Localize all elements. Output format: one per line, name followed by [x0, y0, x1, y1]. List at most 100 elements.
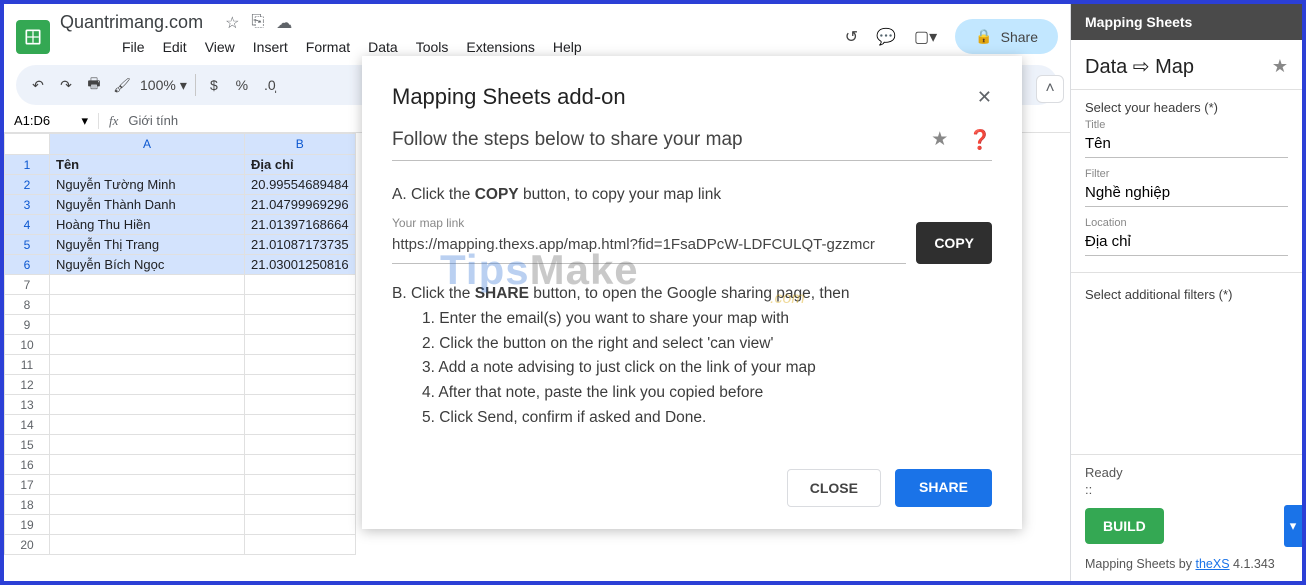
row-header[interactable]: 13 [5, 395, 50, 415]
paint-format-icon[interactable]: 🖌 [112, 77, 132, 94]
cell[interactable] [50, 455, 245, 475]
row-header[interactable]: 4 [5, 215, 50, 235]
cell[interactable] [245, 375, 356, 395]
title-select[interactable]: Tên [1085, 131, 1288, 158]
row-header[interactable]: 15 [5, 435, 50, 455]
cell[interactable] [245, 395, 356, 415]
row-header[interactable]: 16 [5, 455, 50, 475]
comment-icon[interactable]: 💬 [876, 27, 896, 47]
cell[interactable] [50, 435, 245, 455]
menu-tools[interactable]: Tools [416, 39, 449, 55]
thexs-link[interactable]: theXS [1196, 557, 1230, 571]
menu-help[interactable]: Help [553, 39, 582, 55]
cell[interactable] [50, 475, 245, 495]
cell[interactable] [50, 495, 245, 515]
star-icon[interactable]: ★ [931, 128, 948, 152]
modal-close-button[interactable]: CLOSE [787, 469, 881, 507]
cell[interactable] [245, 295, 356, 315]
cell[interactable] [50, 515, 245, 535]
row-header[interactable]: 12 [5, 375, 50, 395]
build-button[interactable]: BUILD [1085, 508, 1164, 544]
map-link-input[interactable]: https://mapping.thexs.app/map.html?fid=1… [392, 233, 906, 257]
row-header[interactable]: 1 [5, 155, 50, 175]
cell[interactable]: Tên [50, 155, 245, 175]
cell[interactable]: 21.03001250816 [245, 255, 356, 275]
sheets-app-icon[interactable] [16, 20, 50, 54]
cell[interactable] [245, 495, 356, 515]
menu-insert[interactable]: Insert [253, 39, 288, 55]
cell[interactable]: 21.01087173735 [245, 235, 356, 255]
menu-file[interactable]: File [122, 39, 145, 55]
sidebar-expand-icon[interactable]: ▾ [1284, 505, 1302, 547]
undo-icon[interactable]: ↶ [28, 77, 48, 94]
collapse-toolbar-icon[interactable]: ˄ [1036, 75, 1064, 103]
row-header[interactable]: 6 [5, 255, 50, 275]
cell[interactable] [245, 435, 356, 455]
meet-icon[interactable]: ▢▾ [914, 27, 937, 47]
row-header[interactable]: 14 [5, 415, 50, 435]
row-header[interactable]: 7 [5, 275, 50, 295]
menu-extensions[interactable]: Extensions [466, 39, 534, 55]
cell[interactable] [245, 475, 356, 495]
row-header[interactable]: 2 [5, 175, 50, 195]
zoom-select[interactable]: 100% ▾ [140, 77, 187, 94]
percent-icon[interactable]: % [232, 77, 252, 93]
cell[interactable] [50, 295, 245, 315]
cell[interactable] [245, 415, 356, 435]
move-icon[interactable]: ⎘ [251, 13, 264, 33]
cell[interactable] [245, 535, 356, 555]
menu-format[interactable]: Format [306, 39, 350, 55]
history-icon[interactable]: ↺ [845, 27, 858, 47]
cell[interactable]: 21.01397168664 [245, 215, 356, 235]
close-icon[interactable]: ✕ [977, 87, 992, 108]
cell[interactable]: Nguyễn Tường Minh [50, 175, 245, 195]
star-icon[interactable]: ★ [1272, 56, 1288, 77]
cell[interactable] [50, 375, 245, 395]
cell[interactable]: 20.99554689484 [245, 175, 356, 195]
modal-share-button[interactable]: SHARE [895, 469, 992, 507]
menu-view[interactable]: View [205, 39, 235, 55]
cell[interactable] [245, 335, 356, 355]
decrease-decimal-icon[interactable]: .0̩ [260, 77, 280, 93]
cell[interactable] [50, 335, 245, 355]
row-header[interactable]: 5 [5, 235, 50, 255]
menu-edit[interactable]: Edit [163, 39, 187, 55]
cloud-icon[interactable]: ☁ [276, 13, 292, 33]
row-header[interactable]: 10 [5, 335, 50, 355]
row-header[interactable]: 8 [5, 295, 50, 315]
cell[interactable]: 21.04799969296 [245, 195, 356, 215]
row-header[interactable]: 18 [5, 495, 50, 515]
cell[interactable]: Hoàng Thu Hiền [50, 215, 245, 235]
cell[interactable]: Nguyễn Thành Danh [50, 195, 245, 215]
select-all-corner[interactable] [5, 134, 50, 155]
cell[interactable] [50, 415, 245, 435]
cell[interactable] [50, 355, 245, 375]
star-icon[interactable]: ☆ [225, 13, 239, 33]
cell[interactable] [50, 275, 245, 295]
cell[interactable] [245, 355, 356, 375]
cell[interactable] [50, 535, 245, 555]
cell[interactable] [245, 455, 356, 475]
location-select[interactable]: Địa chỉ [1085, 229, 1288, 256]
cell[interactable] [245, 515, 356, 535]
cell[interactable]: Nguyễn Thị Trang [50, 235, 245, 255]
copy-button[interactable]: COPY [916, 222, 992, 264]
cell[interactable] [50, 315, 245, 335]
filter-select[interactable]: Nghề nghiệp [1085, 180, 1288, 207]
cell[interactable]: Nguyễn Bích Ngọc [50, 255, 245, 275]
name-box[interactable]: A1:D6 ▾ [4, 113, 99, 129]
row-header[interactable]: 19 [5, 515, 50, 535]
cell[interactable]: Địa chỉ [245, 155, 356, 175]
col-header-a[interactable]: A [50, 134, 245, 155]
row-header[interactable]: 17 [5, 475, 50, 495]
document-title[interactable]: Quantrimang.com [60, 12, 203, 33]
row-header[interactable]: 11 [5, 355, 50, 375]
share-button[interactable]: 🔒 Share [955, 19, 1058, 54]
formula-bar[interactable]: Giới tính [128, 113, 178, 128]
col-header-b[interactable]: B [245, 134, 356, 155]
cell[interactable] [50, 395, 245, 415]
print-icon[interactable]: 🖶 [84, 73, 104, 97]
cell[interactable] [245, 315, 356, 335]
cell[interactable] [245, 275, 356, 295]
help-icon[interactable]: ❓ [968, 128, 992, 152]
